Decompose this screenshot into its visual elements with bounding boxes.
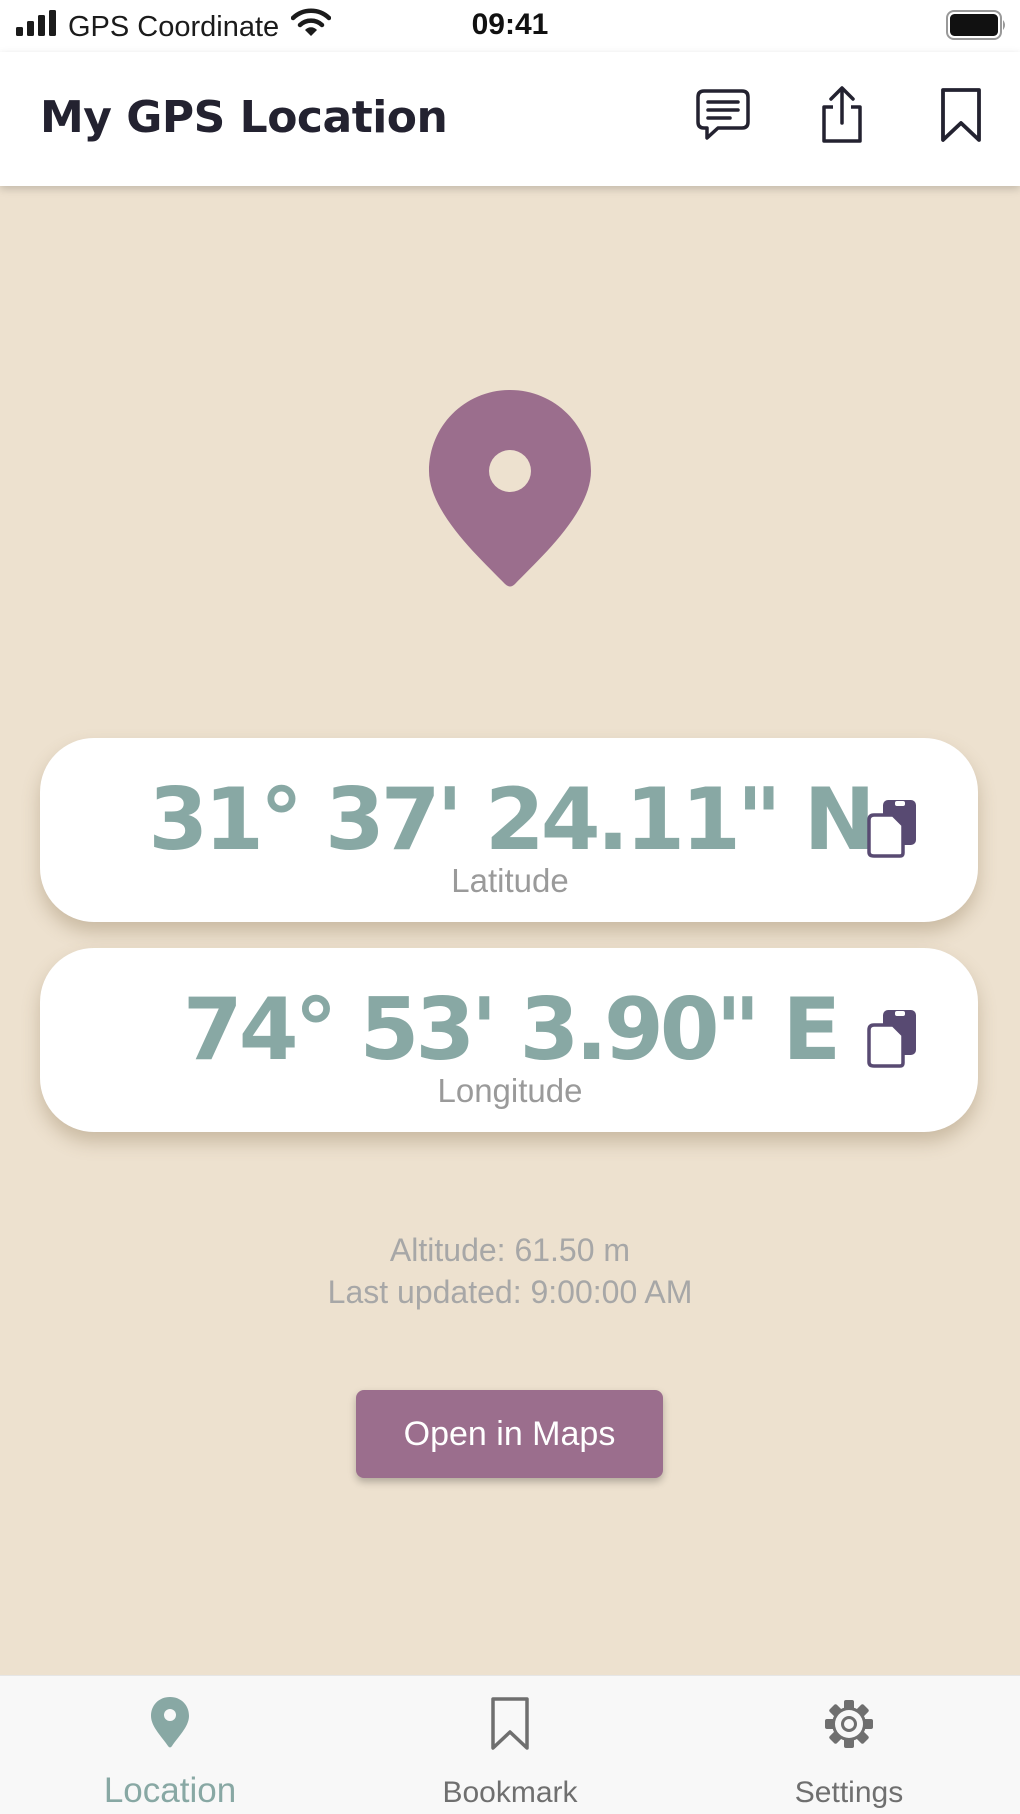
bookmark-icon bbox=[390, 1696, 630, 1752]
tab-settings[interactable]: Settings bbox=[729, 1676, 969, 1814]
app-bar: My GPS Location bbox=[0, 52, 1020, 186]
longitude-label: Longitude bbox=[437, 1072, 583, 1109]
location-pin-icon bbox=[50, 1696, 290, 1750]
copy-longitude-button[interactable] bbox=[865, 1007, 919, 1069]
altitude-text: Altitude: 61.50 m bbox=[389, 1232, 631, 1268]
open-in-maps-button[interactable]: Open in Maps bbox=[356, 1390, 663, 1478]
tab-bookmark[interactable]: Bookmark bbox=[390, 1676, 630, 1814]
feedback-button[interactable] bbox=[690, 84, 756, 150]
tab-bar: Location Bookmark Settings bbox=[0, 1675, 1020, 1814]
tab-label: Bookmark bbox=[442, 1776, 578, 1809]
share-button[interactable] bbox=[809, 84, 875, 150]
status-bar: GPS Coordinate 09:41 bbox=[0, 0, 1020, 52]
share-icon bbox=[816, 85, 868, 150]
tab-location[interactable]: Location bbox=[50, 1676, 290, 1814]
copy-icon bbox=[865, 1010, 919, 1073]
tab-label: Settings bbox=[794, 1776, 904, 1809]
location-pin-icon bbox=[427, 388, 593, 597]
copy-icon bbox=[865, 800, 919, 863]
message-icon bbox=[694, 86, 752, 149]
battery-icon bbox=[946, 10, 1008, 45]
bookmark-button[interactable] bbox=[928, 84, 994, 150]
gear-icon bbox=[729, 1698, 969, 1750]
tab-label: Location bbox=[103, 1771, 237, 1810]
status-time: 09:41 bbox=[471, 8, 549, 41]
copy-latitude-button[interactable] bbox=[865, 797, 919, 859]
latitude-label: Latitude bbox=[451, 862, 569, 899]
bookmark-icon bbox=[938, 86, 984, 149]
last-updated-text: Last updated: 9:00:00 AM bbox=[327, 1274, 693, 1310]
page-title: My GPS Location bbox=[40, 92, 448, 143]
